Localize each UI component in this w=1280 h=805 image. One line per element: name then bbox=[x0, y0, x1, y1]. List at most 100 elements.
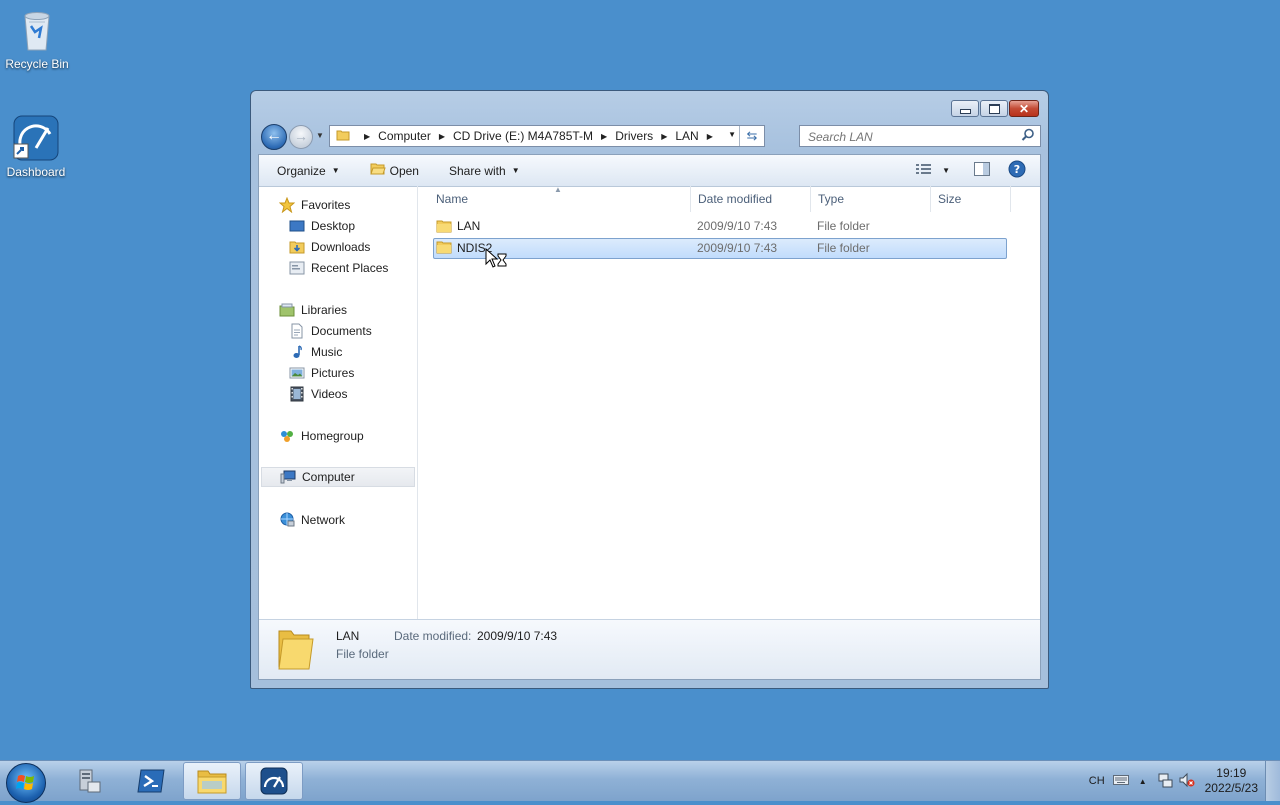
organize-button[interactable]: Organize ▼ bbox=[277, 164, 340, 178]
nav-homegroup[interactable]: Homegroup bbox=[279, 426, 364, 446]
nav-music[interactable]: Music bbox=[289, 342, 342, 362]
chevron-down-icon: ▼ bbox=[316, 131, 324, 140]
minimize-button[interactable] bbox=[951, 100, 979, 117]
nav-documents[interactable]: Documents bbox=[289, 321, 372, 341]
nav-computer-label: Computer bbox=[302, 470, 355, 484]
minimize-icon bbox=[959, 109, 971, 114]
libraries-icon bbox=[279, 302, 295, 318]
breadcrumb-computer[interactable]: Computer bbox=[378, 129, 431, 143]
search-icon[interactable] bbox=[1021, 128, 1035, 145]
details-name: LAN bbox=[336, 629, 360, 643]
column-headers: Name ▲ Date modified Type Size bbox=[418, 185, 1040, 212]
close-button[interactable]: ✕ bbox=[1009, 100, 1039, 117]
file-row-selected[interactable]: NDIS2 2009/9/10 7:43 File folder bbox=[433, 238, 1007, 259]
preview-pane-icon bbox=[974, 162, 990, 179]
nav-homegroup-label: Homegroup bbox=[301, 429, 364, 443]
breadcrumb-separator-icon[interactable]: ▶ bbox=[661, 132, 667, 141]
nav-videos[interactable]: Videos bbox=[289, 384, 347, 404]
column-header-size[interactable]: Size bbox=[931, 186, 1011, 212]
nav-downloads-label: Downloads bbox=[311, 240, 371, 254]
breadcrumb-separator-icon[interactable]: ▶ bbox=[364, 132, 370, 141]
nav-pictures-label: Pictures bbox=[311, 366, 355, 380]
change-view-button[interactable]: ▼ bbox=[916, 163, 950, 178]
nav-network[interactable]: Network bbox=[279, 510, 345, 530]
dashboard-app-icon bbox=[260, 767, 288, 795]
address-dropdown-icon[interactable]: ▼ bbox=[728, 130, 736, 139]
clock[interactable]: 19:19 2022/5/23 bbox=[1205, 766, 1258, 796]
breadcrumb-separator-icon[interactable]: ▶ bbox=[439, 132, 445, 141]
documents-icon bbox=[289, 323, 305, 339]
input-language-indicator[interactable]: CH bbox=[1089, 775, 1105, 787]
music-icon bbox=[289, 344, 305, 360]
show-desktop-button[interactable] bbox=[1265, 761, 1280, 801]
recent-places-icon bbox=[289, 260, 305, 276]
keyboard-icon[interactable] bbox=[1112, 774, 1129, 788]
nav-favorites[interactable]: Favorites bbox=[278, 195, 350, 215]
preview-pane-button[interactable] bbox=[974, 162, 990, 179]
view-list-icon bbox=[916, 163, 932, 178]
desktop-icon bbox=[289, 218, 305, 234]
nav-downloads[interactable]: Downloads bbox=[289, 237, 370, 257]
back-button[interactable]: ← bbox=[261, 124, 287, 150]
search-input[interactable] bbox=[806, 127, 1010, 147]
open-button[interactable]: Open bbox=[369, 162, 419, 179]
column-header-date-modified[interactable]: Date modified bbox=[691, 186, 811, 212]
help-icon: ? bbox=[1008, 160, 1026, 181]
large-folder-icon bbox=[275, 625, 315, 674]
share-with-button[interactable]: Share with ▼ bbox=[449, 164, 520, 178]
nav-computer[interactable]: Computer bbox=[261, 467, 415, 487]
desktop-icon-label: Recycle Bin bbox=[5, 57, 69, 71]
homegroup-icon bbox=[279, 428, 295, 444]
taskbar-server-manager[interactable] bbox=[60, 762, 118, 800]
network-status-icon[interactable] bbox=[1157, 772, 1173, 791]
file-name: LAN bbox=[457, 219, 481, 233]
breadcrumb-drivers[interactable]: Drivers bbox=[615, 129, 653, 143]
breadcrumb-lan[interactable]: LAN bbox=[675, 129, 698, 143]
refresh-button[interactable]: ⇆ bbox=[739, 126, 764, 146]
computer-icon bbox=[280, 469, 296, 485]
column-type-label: Type bbox=[818, 192, 845, 206]
busy-cursor-icon bbox=[485, 247, 509, 273]
nav-music-label: Music bbox=[311, 345, 343, 359]
refresh-icon: ⇆ bbox=[746, 128, 758, 143]
share-with-label: Share with bbox=[448, 163, 506, 178]
help-button[interactable]: ? bbox=[1008, 160, 1026, 181]
nav-network-label: Network bbox=[301, 513, 346, 527]
close-icon: ✕ bbox=[1018, 101, 1030, 116]
file-list-pane: Name ▲ Date modified Type Size LAN 2009/… bbox=[418, 185, 1040, 620]
show-hidden-icons-button[interactable]: ▲ bbox=[1139, 777, 1147, 786]
recent-pages-button[interactable]: ▼ bbox=[316, 131, 324, 140]
chevron-down-icon: ▼ bbox=[331, 166, 340, 175]
breadcrumb-separator-icon[interactable]: ▶ bbox=[601, 132, 607, 141]
volume-muted-icon[interactable] bbox=[1179, 772, 1195, 791]
maximize-button[interactable] bbox=[980, 100, 1008, 117]
breadcrumb-separator-icon[interactable]: ▶ bbox=[707, 132, 713, 141]
address-bar[interactable]: ▶ Computer ▶ CD Drive (E:) M4A785T-M ▶ Dri… bbox=[329, 125, 765, 147]
taskbar-powershell[interactable] bbox=[122, 762, 180, 800]
search-box[interactable] bbox=[799, 125, 1041, 147]
nav-recent-places[interactable]: Recent Places bbox=[289, 258, 388, 278]
file-row[interactable]: LAN 2009/9/10 7:43 File folder bbox=[433, 217, 1007, 238]
forward-button[interactable]: → bbox=[289, 125, 313, 149]
nav-pictures[interactable]: Pictures bbox=[289, 363, 354, 383]
start-button[interactable] bbox=[6, 763, 46, 803]
details-pane: LAN Date modified: 2009/9/10 7:43 File f… bbox=[259, 619, 1040, 679]
taskbar-dashboard[interactable] bbox=[245, 762, 303, 800]
dashboard-icon bbox=[12, 114, 60, 162]
open-label: Open bbox=[389, 163, 419, 178]
arrow-right-icon: → bbox=[294, 128, 308, 144]
desktop-icon-dashboard[interactable]: Dashboard bbox=[0, 114, 76, 179]
nav-desktop[interactable]: Desktop bbox=[289, 216, 355, 236]
desktop-icon-recycle-bin[interactable]: Recycle Bin bbox=[0, 6, 77, 71]
maximize-icon bbox=[988, 103, 1000, 114]
chevron-down-icon: ▼ bbox=[511, 166, 520, 175]
desktop-icon-label: Dashboard bbox=[6, 165, 66, 179]
nav-libraries[interactable]: Libraries bbox=[279, 300, 347, 320]
column-header-type[interactable]: Type bbox=[811, 186, 931, 212]
taskbar-windows-explorer[interactable] bbox=[183, 762, 241, 800]
breadcrumb-cd-drive[interactable]: CD Drive (E:) M4A785T-M bbox=[453, 129, 593, 143]
navigation-bar: ← → ▼ ▶ Computer ▶ CD Drive (E:) M4A785T-… bbox=[259, 124, 1041, 150]
folder-icon bbox=[336, 128, 350, 145]
clock-time: 19:19 bbox=[1216, 766, 1247, 780]
nav-desktop-label: Desktop bbox=[311, 219, 356, 233]
